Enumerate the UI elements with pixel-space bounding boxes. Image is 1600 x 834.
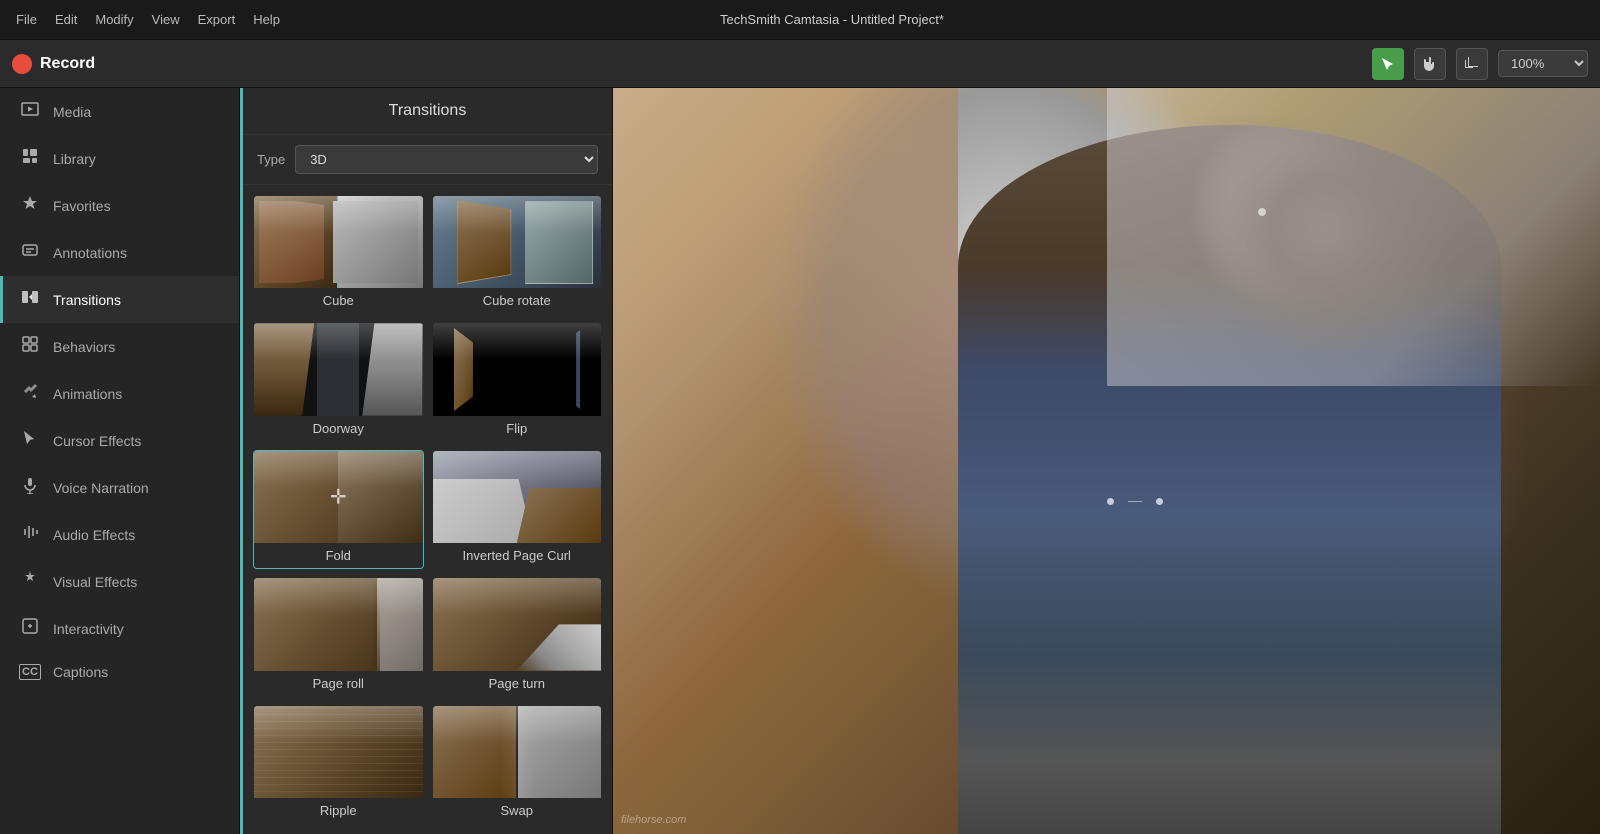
preview-area: filehorse.com: [613, 88, 1600, 834]
transition-item-fold[interactable]: ✛ Fold: [253, 450, 424, 569]
transition-label-cube: Cube: [254, 288, 423, 313]
sidebar-label-library: Library: [53, 151, 96, 167]
transition-label-ripple: Ripple: [254, 798, 423, 823]
type-selector[interactable]: 3D2DAll: [295, 145, 598, 174]
sidebar-label-audio-effects: Audio Effects: [53, 527, 135, 543]
hand-tool-button[interactable]: [1414, 48, 1446, 80]
sidebar-item-captions[interactable]: CC Captions: [0, 652, 239, 692]
sidebar-item-cursor-effects[interactable]: Cursor Effects: [0, 417, 239, 464]
record-button[interactable]: Record: [12, 54, 95, 74]
filter-row: Type 3D2DAll: [243, 135, 612, 185]
sidebar-item-animations[interactable]: Animations: [0, 370, 239, 417]
animations-icon: [19, 382, 41, 405]
selection-corner-left: [1258, 208, 1266, 216]
record-indicator: [12, 54, 32, 74]
sidebar-label-favorites: Favorites: [53, 198, 111, 214]
media-icon: [19, 100, 41, 123]
toolbar: Record 50%75%100%125%150%200%: [0, 40, 1600, 88]
watermark: filehorse.com: [621, 814, 686, 826]
transition-item-page-roll[interactable]: Page roll: [253, 577, 424, 696]
sidebar-label-transitions: Transitions: [53, 292, 121, 308]
sidebar-label-captions: Captions: [53, 664, 108, 680]
transitions-panel: Transitions Type 3D2DAll Cube Cube rotat…: [243, 88, 613, 834]
sidebar-item-interactivity[interactable]: Interactivity: [0, 605, 239, 652]
sidebar-item-voice-narration[interactable]: Voice Narration: [0, 464, 239, 511]
connection-dots: [1107, 498, 1163, 505]
zoom-selector[interactable]: 50%75%100%125%150%200%: [1498, 50, 1588, 77]
menu-help[interactable]: Help: [253, 12, 280, 27]
sidebar: Media Library Favorites Annotations Transiti…: [0, 88, 240, 834]
transition-label-swap: Swap: [433, 798, 602, 823]
captions-icon: CC: [19, 664, 41, 680]
transitions-icon: [19, 288, 41, 311]
sidebar-item-visual-effects[interactable]: Visual Effects: [0, 558, 239, 605]
transition-label-fold: Fold: [254, 543, 423, 568]
transition-label-cube-rotate: Cube rotate: [433, 288, 602, 313]
brick-wall: [613, 88, 958, 834]
transition-item-flip[interactable]: Flip: [432, 322, 603, 441]
transition-label-page-turn: Page turn: [433, 671, 602, 696]
library-icon: [19, 147, 41, 170]
menu-bar[interactable]: File Edit Modify View Export Help: [16, 12, 280, 27]
sidebar-label-cursor-effects: Cursor Effects: [53, 433, 141, 449]
sidebar-item-audio-effects[interactable]: Audio Effects: [0, 511, 239, 558]
app-title: TechSmith Camtasia - Untitled Project*: [720, 12, 944, 27]
panel-header: Transitions: [243, 88, 612, 135]
behaviors-icon: [19, 335, 41, 358]
active-sidebar-indicator: [240, 88, 243, 834]
window-light: [1107, 88, 1600, 386]
sidebar-label-media: Media: [53, 104, 91, 120]
main-content: Media Library Favorites Annotations Transiti…: [0, 88, 1600, 834]
sidebar-label-annotations: Annotations: [53, 245, 127, 261]
transition-item-cube[interactable]: Cube: [253, 195, 424, 314]
menu-view[interactable]: View: [152, 12, 180, 27]
sidebar-item-library[interactable]: Library: [0, 135, 239, 182]
transition-item-swap[interactable]: Swap: [432, 705, 603, 824]
record-label: Record: [40, 55, 95, 73]
dot-2: [1156, 498, 1163, 505]
sidebar-item-favorites[interactable]: Favorites: [0, 182, 239, 229]
crop-tool-button[interactable]: [1456, 48, 1488, 80]
type-label: Type: [257, 152, 285, 167]
favorites-icon: [19, 194, 41, 217]
sidebar-label-behaviors: Behaviors: [53, 339, 115, 355]
conn-line: [1128, 501, 1142, 502]
sidebar-label-visual-effects: Visual Effects: [53, 574, 137, 590]
titlebar: File Edit Modify View Export Help TechSm…: [0, 0, 1600, 40]
sidebar-label-animations: Animations: [53, 386, 122, 402]
interactivity-icon: [19, 617, 41, 640]
preview-image: [613, 88, 1600, 834]
sidebar-label-interactivity: Interactivity: [53, 621, 124, 637]
preview-canvas: filehorse.com: [613, 88, 1600, 834]
sidebar-item-behaviors[interactable]: Behaviors: [0, 323, 239, 370]
dot-1: [1107, 498, 1114, 505]
voice-narration-icon: [19, 476, 41, 499]
menu-modify[interactable]: Modify: [95, 12, 133, 27]
visual-effects-icon: [19, 570, 41, 593]
transition-item-doorway[interactable]: Doorway: [253, 322, 424, 441]
select-tool-button[interactable]: [1372, 48, 1404, 80]
sidebar-label-voice-narration: Voice Narration: [53, 480, 149, 496]
transition-label-flip: Flip: [433, 416, 602, 441]
sidebar-item-transitions[interactable]: Transitions: [0, 276, 239, 323]
transition-item-cube-rotate[interactable]: Cube rotate: [432, 195, 603, 314]
transition-item-ripple[interactable]: Ripple: [253, 705, 424, 824]
transitions-grid: Cube Cube rotate Doorway Flip ✛ Fold: [243, 185, 612, 834]
menu-export[interactable]: Export: [198, 12, 236, 27]
sidebar-item-media[interactable]: Media: [0, 88, 239, 135]
menu-edit[interactable]: Edit: [55, 12, 77, 27]
transition-label-inverted-page-curl: Inverted Page Curl: [433, 543, 602, 568]
transition-label-doorway: Doorway: [254, 416, 423, 441]
annotations-icon: [19, 241, 41, 264]
transition-item-page-turn[interactable]: Page turn: [432, 577, 603, 696]
transition-item-inverted-page-curl[interactable]: Inverted Page Curl: [432, 450, 603, 569]
sidebar-item-annotations[interactable]: Annotations: [0, 229, 239, 276]
cursor-effects-icon: [19, 429, 41, 452]
audio-effects-icon: [19, 523, 41, 546]
transition-label-page-roll: Page roll: [254, 671, 423, 696]
menu-file[interactable]: File: [16, 12, 37, 27]
